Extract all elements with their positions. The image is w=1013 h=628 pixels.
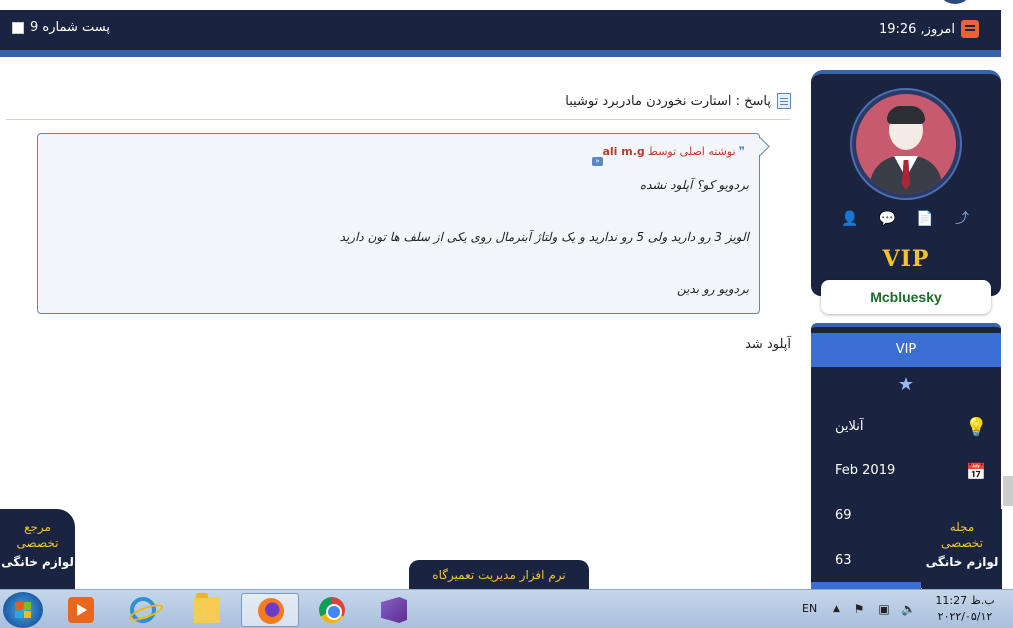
- post-header: پست شماره 9 امروز, 19:26: [0, 10, 1001, 57]
- top-strip: [0, 0, 1013, 10]
- quote-header: ❞ نوشته اصلی توسط ali m.g: [602, 144, 745, 158]
- taskbar-chrome[interactable]: [303, 593, 361, 627]
- folder-icon: [194, 593, 220, 623]
- share-icon[interactable]: ⤴: [953, 210, 971, 228]
- taskbar: EN ▲ ⚑ ▣ 🔈 ب.ظ 11:27 ۲۰۲۲/۰۵/۱۲: [0, 589, 1013, 628]
- language-indicator[interactable]: EN: [802, 602, 817, 615]
- bottom-banner[interactable]: نرم افزار مدیریت تعمیرگاه: [409, 560, 589, 590]
- document-icon: [777, 93, 791, 109]
- reply-title-text: پاسخ : استارت نخوردن مادربرد توشیبا: [565, 93, 771, 109]
- post-number-label[interactable]: پست شماره 9: [30, 20, 110, 35]
- avatar-hair: [887, 106, 925, 124]
- join-date-row: Feb 2019 📅: [811, 457, 1001, 487]
- avatar-image: [856, 94, 956, 194]
- user-actions: 👤 💬 📄 ⤴: [841, 210, 971, 228]
- show-hidden-icons[interactable]: ▲: [833, 604, 840, 614]
- chrome-icon: [319, 597, 345, 623]
- action-center-icon[interactable]: ⚑: [852, 602, 866, 616]
- quote-line: بردویو کو؟ آپلود نشده: [639, 178, 749, 192]
- floating-ad-right[interactable]: مجله تخصصی لوازم خانگی: [922, 509, 1002, 589]
- previous-post-avatar-edge: [937, 0, 973, 4]
- title-divider: [6, 119, 791, 120]
- join-date-value: Feb 2019: [835, 463, 896, 478]
- header-accent: [0, 50, 1001, 57]
- stat-value: 69: [835, 508, 852, 523]
- quote-line: الویز 3 رو دارید ولی 5 رو ندارید و یک ول…: [339, 230, 749, 244]
- star-icon: ★: [897, 374, 915, 395]
- select-post-checkbox[interactable]: [12, 21, 24, 34]
- rank-bar: VIP: [811, 333, 1001, 367]
- scrollbar-thumb[interactable]: [1003, 476, 1013, 506]
- reply-title: پاسخ : استارت نخوردن مادربرد توشیبا: [565, 93, 791, 109]
- quote-author[interactable]: ali m.g: [602, 145, 644, 158]
- reply-body: آپلود شد: [745, 337, 791, 352]
- user-profile-card: 👤 💬 📄 ⤴ VIP Mcbluesky: [811, 70, 1001, 314]
- clock-time: ب.ظ 11:27: [935, 594, 995, 607]
- network-icon[interactable]: ▣: [877, 602, 891, 616]
- status-row: آنلاین 💡: [811, 413, 1001, 443]
- post-timestamp: امروز, 19:26: [879, 20, 979, 38]
- taskbar-visual-studio[interactable]: [365, 593, 423, 627]
- taskbar-firefox[interactable]: [241, 593, 299, 627]
- windows-logo-icon: [15, 602, 31, 618]
- post-content: پاسخ : استارت نخوردن مادربرد توشیبا ❞ نو…: [0, 57, 805, 588]
- quote-icon: ❞: [738, 144, 745, 158]
- clock[interactable]: ب.ظ 11:27 ۲۰۲۲/۰۵/۱۲: [930, 593, 1000, 625]
- quote-header-prefix: نوشته اصلی توسط: [647, 144, 736, 158]
- clock-date: ۲۰۲۲/۰۵/۱۲: [937, 610, 993, 623]
- float-right-line3: لوازم خانگی: [925, 555, 999, 569]
- taskbar-media-player[interactable]: [52, 593, 110, 627]
- media-player-icon: [68, 597, 94, 623]
- username[interactable]: Mcbluesky: [821, 280, 991, 314]
- stat-value: 63: [835, 553, 852, 568]
- post-number: پست شماره 9: [12, 20, 110, 35]
- comments-icon[interactable]: 💬: [878, 210, 896, 228]
- taskbar-file-explorer[interactable]: [178, 593, 236, 627]
- post-time-label: امروز, 19:26: [878, 21, 955, 37]
- float-left-line3: لوازم خانگی: [1, 555, 74, 569]
- float-right-line1: مجله: [949, 520, 975, 534]
- document-icon[interactable]: 📄: [916, 210, 934, 228]
- quote-block: ❞ نوشته اصلی توسط ali m.g « بردویو کو؟ آ…: [37, 133, 760, 314]
- avatar[interactable]: [850, 88, 962, 200]
- visual-studio-icon: [381, 597, 407, 623]
- post-status-icon: [961, 20, 979, 38]
- view-original-post-icon[interactable]: «: [592, 157, 603, 166]
- float-left-line2: تخصصی: [16, 536, 59, 550]
- internet-explorer-icon: [130, 597, 156, 623]
- taskbar-internet-explorer[interactable]: [114, 593, 172, 627]
- start-button[interactable]: [3, 592, 43, 628]
- firefox-icon: [258, 598, 284, 624]
- float-left-line1: مرجع: [24, 520, 51, 534]
- volume-icon[interactable]: 🔈: [901, 602, 916, 616]
- float-right-line2: تخصصی: [941, 536, 983, 550]
- calendar-icon: 📅: [966, 462, 986, 481]
- lightbulb-icon: 💡: [965, 417, 988, 438]
- floating-ad-left[interactable]: مرجع تخصصی لوازم خانگی: [0, 509, 75, 589]
- user-icon[interactable]: 👤: [841, 210, 859, 228]
- quote-line: بردویو رو بدین: [677, 282, 749, 296]
- forum-post-page: پست شماره 9 امروز, 19:26 پاسخ : استارت ن…: [0, 0, 1013, 628]
- vip-badge: VIP: [882, 246, 930, 272]
- status-value: آنلاین: [835, 419, 864, 434]
